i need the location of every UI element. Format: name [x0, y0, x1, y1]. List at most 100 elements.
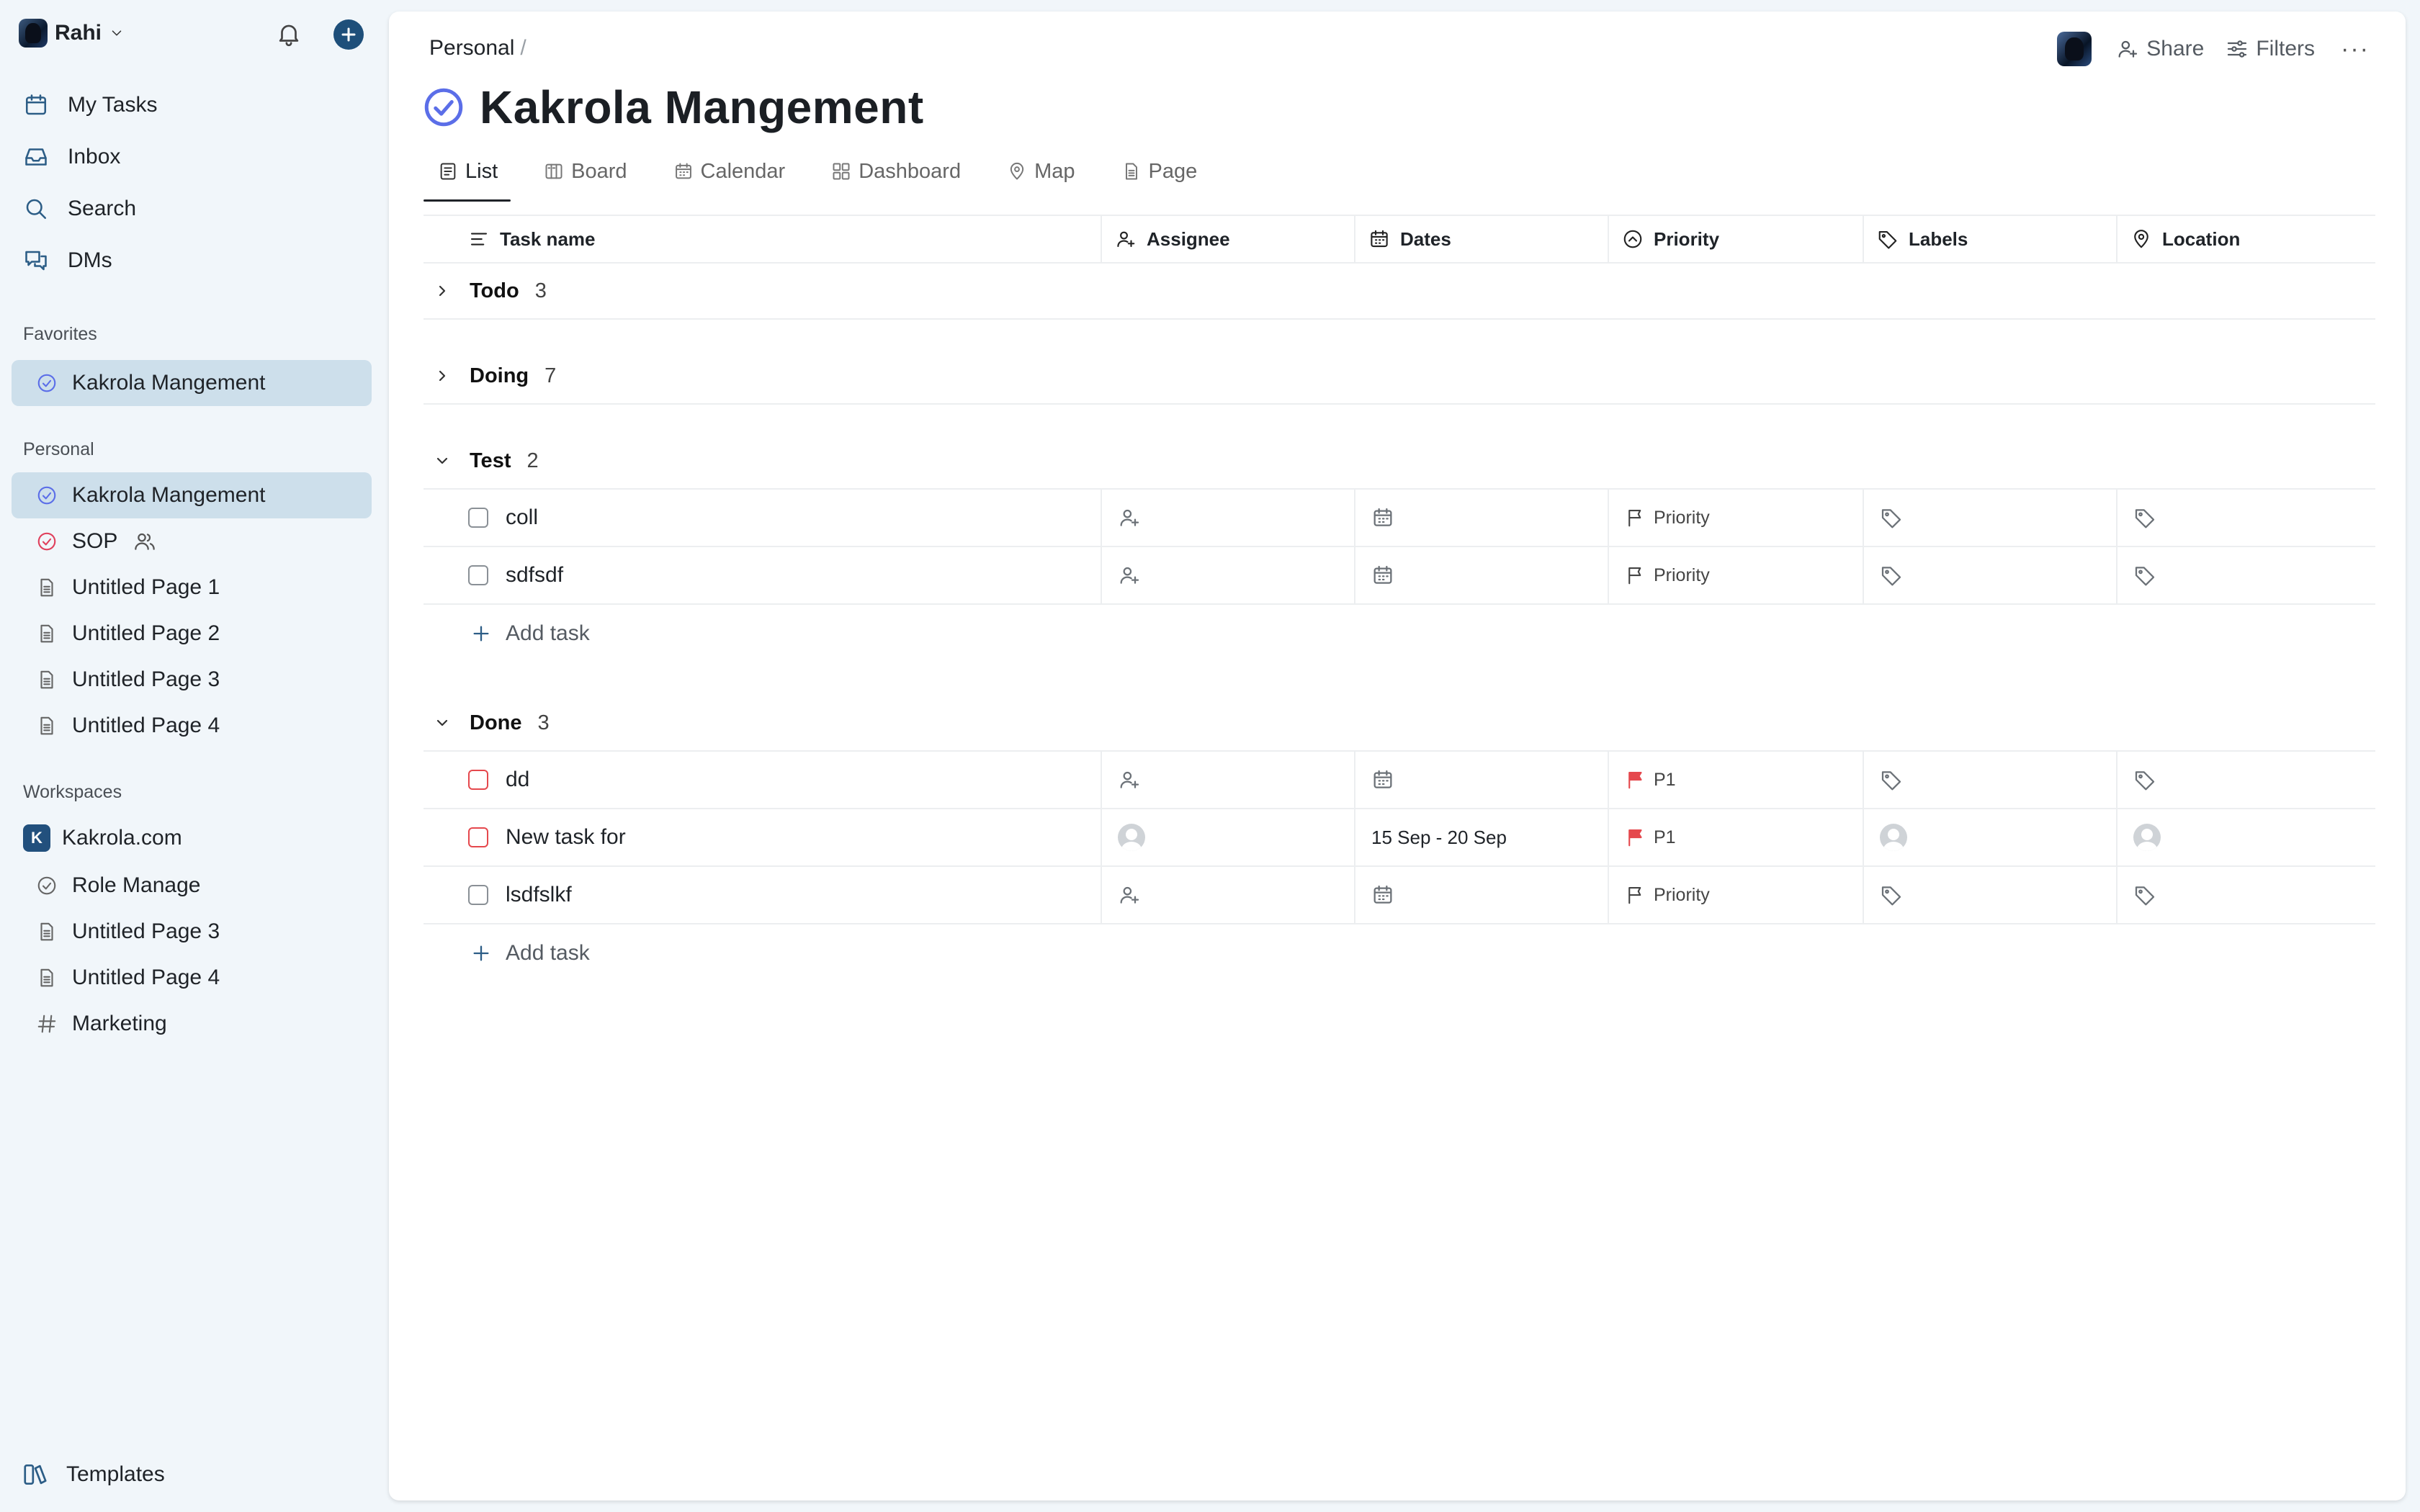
table-row[interactable]: dd P1 [424, 752, 2375, 809]
task-checkbox[interactable] [468, 508, 488, 528]
user-switcher[interactable]: Rahi [19, 17, 125, 49]
personal-untitled-page-3[interactable]: Untitled Page 3 [12, 657, 372, 703]
column-task-name[interactable]: Task name [424, 216, 1102, 262]
priority-cell[interactable]: Priority [1609, 547, 1864, 603]
page-title[interactable]: Kakrola Mangement [480, 81, 924, 134]
location-cell[interactable] [2118, 490, 2375, 546]
workspace-untitled-page-3[interactable]: Untitled Page 3 [12, 909, 372, 955]
task-checkbox[interactable] [468, 827, 488, 847]
task-name[interactable]: New task for [506, 825, 626, 850]
tab-page[interactable]: Page [1107, 153, 1211, 190]
location-cell[interactable] [2118, 809, 2375, 865]
labels-cell[interactable] [1864, 490, 2118, 546]
priority-cell[interactable]: Priority [1609, 867, 1864, 923]
dates-cell[interactable] [1355, 867, 1609, 923]
column-dates[interactable]: Dates [1355, 216, 1609, 262]
column-labels[interactable]: Labels [1864, 216, 2118, 262]
task-checkbox[interactable] [468, 565, 488, 585]
assignee-cell[interactable] [1102, 809, 1355, 865]
avatar[interactable] [1880, 824, 1907, 851]
personal-sop[interactable]: SOP [12, 518, 372, 564]
location-cell[interactable] [2118, 547, 2375, 603]
task-name[interactable]: lsdfslkf [506, 883, 572, 907]
task-cell[interactable]: New task for [424, 809, 1102, 865]
chevron-down-icon[interactable] [434, 452, 451, 469]
task-cell[interactable]: dd [424, 752, 1102, 808]
chevron-right-icon[interactable] [434, 282, 451, 300]
priority-cell[interactable]: P1 [1609, 809, 1864, 865]
assignee-cell[interactable] [1102, 867, 1355, 923]
task-name[interactable]: coll [506, 505, 538, 530]
priority-cell[interactable]: P1 [1609, 752, 1864, 808]
task-name[interactable]: dd [506, 768, 529, 792]
column-assignee[interactable]: Assignee [1102, 216, 1355, 262]
nav-dms[interactable]: DMs [22, 240, 112, 281]
dates-cell[interactable] [1355, 490, 1609, 546]
avatar[interactable] [1118, 824, 1145, 851]
task-checkbox[interactable] [468, 770, 488, 790]
task-cell[interactable]: coll [424, 490, 1102, 546]
tab-dashboard[interactable]: Dashboard [817, 153, 974, 190]
location-cell[interactable] [2118, 867, 2375, 923]
chevron-down-icon[interactable] [434, 714, 451, 732]
labels-cell[interactable] [1864, 867, 2118, 923]
dates-cell[interactable] [1355, 547, 1609, 603]
table-row[interactable]: coll Priority [424, 490, 2375, 547]
labels-cell[interactable] [1864, 547, 2118, 603]
workspace-untitled-page-4[interactable]: Untitled Page 4 [12, 955, 372, 1001]
column-location[interactable]: Location [2118, 216, 2375, 262]
filters-button[interactable]: Filters [2226, 37, 2315, 61]
nav-inbox[interactable]: Inbox [22, 137, 120, 177]
workspace-kakrola-com[interactable]: K Kakrola.com [12, 815, 372, 861]
main-panel: Personal / Share Filters ··· Kakrola Mang… [389, 12, 2406, 1500]
workspace-marketing[interactable]: Marketing [12, 1001, 372, 1047]
location-cell[interactable] [2118, 752, 2375, 808]
add-task-button[interactable]: Add task [424, 924, 2375, 982]
group-todo[interactable]: Todo 3 [424, 264, 2375, 320]
more-options-icon[interactable]: ··· [2341, 35, 2370, 63]
dates-cell[interactable]: 15 Sep - 20 Sep [1355, 809, 1609, 865]
tab-list[interactable]: List [424, 153, 511, 202]
group-test[interactable]: Test 2 [424, 433, 2375, 490]
personal-untitled-page-4[interactable]: Untitled Page 4 [12, 703, 372, 749]
nav-my-tasks[interactable]: My Tasks [22, 85, 157, 125]
task-checkbox[interactable] [468, 885, 488, 905]
priority-value: Priority [1654, 564, 1710, 585]
labels-cell[interactable] [1864, 809, 2118, 865]
table-row[interactable]: lsdfslkf Priority [424, 867, 2375, 924]
group-doing[interactable]: Doing 7 [424, 348, 2375, 405]
task-name[interactable]: sdfsdf [506, 563, 563, 588]
map-pin-icon [2130, 228, 2152, 250]
group-done[interactable]: Done 3 [424, 696, 2375, 752]
column-priority[interactable]: Priority [1609, 216, 1864, 262]
favorite-kakrola-mangement[interactable]: Kakrola Mangement [12, 360, 372, 406]
add-task-button[interactable]: Add task [424, 605, 2375, 662]
assignee-cell[interactable] [1102, 752, 1355, 808]
nav-search[interactable]: Search [22, 189, 136, 229]
personal-untitled-page-1[interactable]: Untitled Page 1 [12, 564, 372, 611]
add-button[interactable] [333, 19, 364, 50]
table-row[interactable]: sdfsdf Priority [424, 547, 2375, 605]
chevron-right-icon[interactable] [434, 367, 451, 384]
tab-map[interactable]: Map [992, 153, 1088, 190]
tab-board[interactable]: Board [529, 153, 640, 190]
task-cell[interactable]: sdfsdf [424, 547, 1102, 603]
bell-icon[interactable] [275, 20, 302, 48]
priority-cell[interactable]: Priority [1609, 490, 1864, 546]
assignee-cell[interactable] [1102, 547, 1355, 603]
personal-kakrola-mangement[interactable]: Kakrola Mangement [12, 472, 372, 518]
templates-link[interactable]: Templates [22, 1453, 165, 1496]
assignee-cell[interactable] [1102, 490, 1355, 546]
labels-cell[interactable] [1864, 752, 2118, 808]
avatar[interactable] [2133, 824, 2161, 851]
owner-avatar[interactable] [2057, 32, 2092, 66]
share-button[interactable]: Share [2116, 37, 2204, 61]
top-actions: Share Filters ··· [2057, 32, 2370, 66]
personal-untitled-page-2[interactable]: Untitled Page 2 [12, 611, 372, 657]
tab-calendar[interactable]: Calendar [659, 153, 799, 190]
dates-cell[interactable] [1355, 752, 1609, 808]
task-cell[interactable]: lsdfslkf [424, 867, 1102, 923]
workspace-role-manage[interactable]: Role Manage [12, 863, 372, 909]
table-row[interactable]: New task for 15 Sep - 20 Sep P1 [424, 809, 2375, 867]
breadcrumb-personal[interactable]: Personal [429, 36, 514, 60]
